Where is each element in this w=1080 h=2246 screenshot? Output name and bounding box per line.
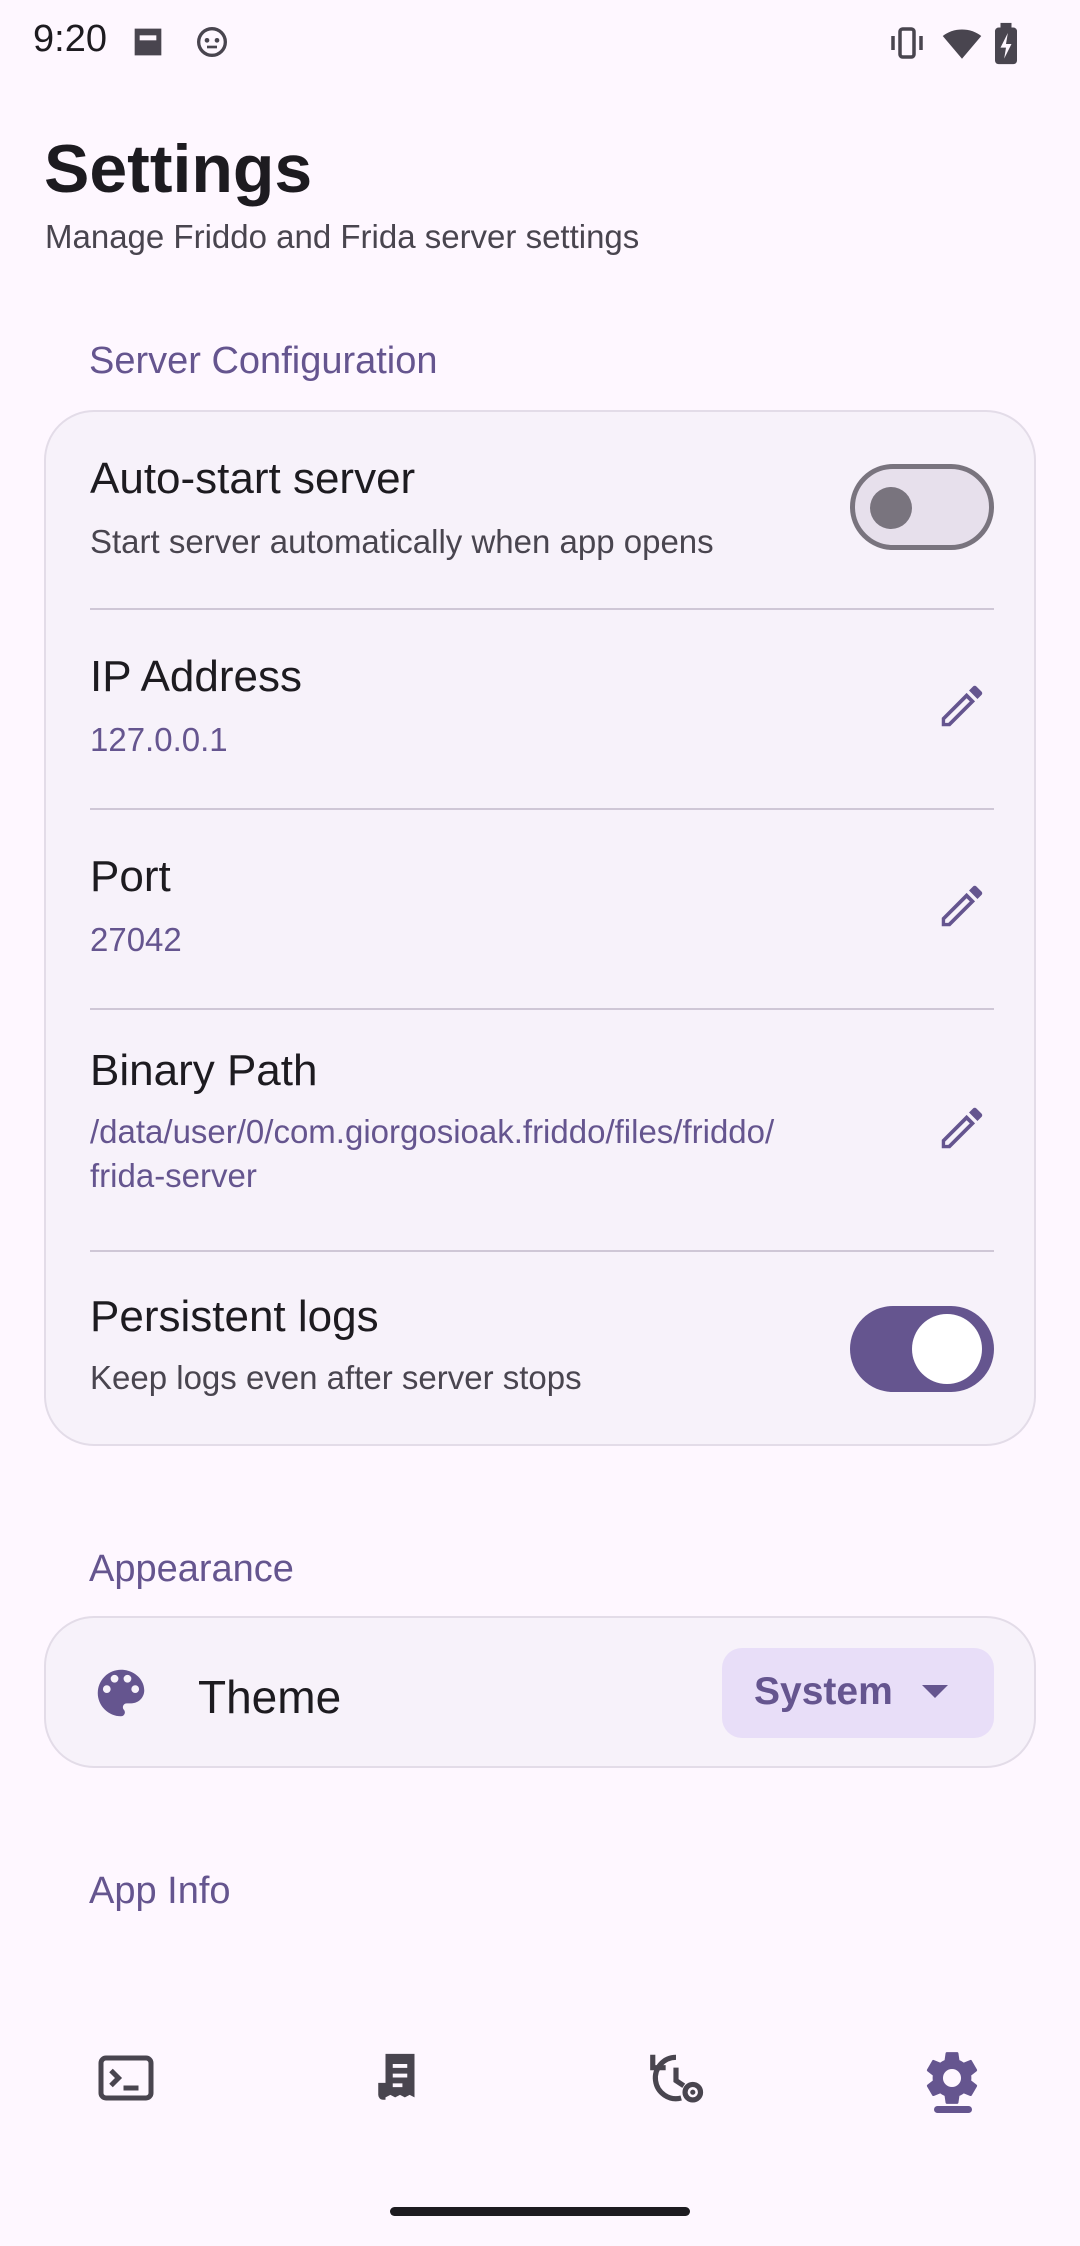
edit-port-button[interactable] — [926, 872, 998, 944]
binary-path-value-line1: /data/user/0/com.giorgosioak.friddo/file… — [90, 1113, 775, 1150]
home-indicator[interactable] — [390, 2207, 690, 2216]
section-title-appearance: Appearance — [89, 1548, 294, 1590]
palette-icon — [90, 1662, 152, 1729]
edit-binary-path-button[interactable] — [926, 1094, 998, 1166]
status-bar: 9:20 — [0, 0, 1080, 86]
theme-dropdown[interactable]: System — [722, 1648, 994, 1738]
switch-thumb — [870, 487, 912, 529]
history-settings-icon — [645, 2047, 707, 2114]
appearance-card: Theme System — [44, 1616, 1036, 1768]
gear-icon — [921, 2047, 983, 2114]
page-title: Settings — [44, 131, 313, 207]
nav-item-history[interactable] — [616, 2020, 736, 2140]
battery-charging-icon — [992, 22, 1020, 71]
section-title-server: Server Configuration — [89, 340, 438, 382]
settings-screen: 9:20 Settings Manage Friddo and Frida se… — [0, 0, 1080, 2246]
edit-ip-button[interactable] — [926, 672, 998, 744]
nav-item-terminal[interactable] — [66, 2020, 186, 2140]
ip-address-title: IP Address — [90, 652, 302, 701]
binary-path-value-line2: frida-server — [90, 1157, 257, 1194]
sim-card-icon — [128, 22, 168, 67]
binary-path-row[interactable]: Binary Path /data/user/0/com.giorgosioak… — [46, 1010, 1034, 1250]
wifi-icon — [940, 22, 984, 69]
theme-dropdown-value: System — [754, 1670, 893, 1713]
nav-item-logs[interactable] — [340, 2020, 460, 2140]
theme-title: Theme — [198, 1671, 342, 1723]
port-title: Port — [90, 852, 171, 901]
auto-start-subtitle: Start server automatically when app open… — [90, 523, 714, 560]
status-time: 9:20 — [33, 18, 107, 60]
ip-address-row[interactable]: IP Address 127.0.0.1 — [46, 610, 1034, 808]
nav-selected-indicator — [934, 2106, 972, 2113]
ip-address-value: 127.0.0.1 — [90, 721, 228, 758]
receipt-icon — [371, 2049, 429, 2112]
port-row[interactable]: Port 27042 — [46, 810, 1034, 1008]
persistent-logs-switch[interactable] — [850, 1306, 994, 1392]
persistent-logs-title: Persistent logs — [90, 1292, 379, 1341]
section-title-app-info: App Info — [89, 1870, 231, 1912]
pencil-icon — [935, 679, 989, 738]
monkey-icon — [192, 22, 232, 67]
page-subtitle: Manage Friddo and Frida server settings — [45, 218, 640, 255]
server-config-card: Auto-start server Start server automatic… — [44, 410, 1036, 1446]
nav-item-settings[interactable] — [892, 2020, 1012, 2140]
pencil-icon — [935, 879, 989, 938]
auto-start-row[interactable]: Auto-start server Start server automatic… — [46, 412, 1034, 608]
dropdown-arrow-icon — [922, 1685, 948, 1704]
persistent-logs-row[interactable]: Persistent logs Keep logs even after ser… — [46, 1252, 1034, 1446]
pencil-icon — [935, 1101, 989, 1160]
binary-path-title: Binary Path — [90, 1046, 318, 1095]
port-value: 27042 — [90, 921, 182, 958]
vibrate-icon — [886, 22, 928, 69]
persistent-logs-subtitle: Keep logs even after server stops — [90, 1359, 582, 1396]
auto-start-switch[interactable] — [850, 464, 994, 550]
terminal-icon — [96, 2048, 156, 2113]
auto-start-title: Auto-start server — [90, 454, 416, 503]
switch-thumb — [912, 1314, 982, 1384]
